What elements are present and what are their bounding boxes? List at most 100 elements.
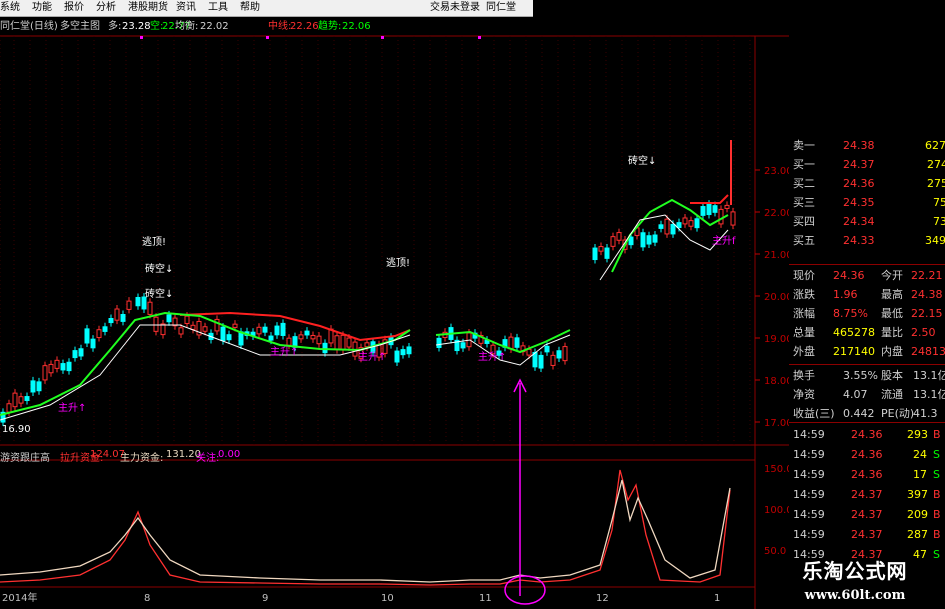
marker [266,36,269,39]
tick-row: 14:59 24.36 24 S [789,445,945,464]
tick-side: B [933,508,941,521]
tick-price: 24.37 [851,528,883,541]
stat-row: 涨幅 8.75% 最低 22.15 [789,304,945,323]
candle-body [688,220,694,227]
lower-indicator-name[interactable]: 游资跟庄高 [0,449,50,464]
candle-body [664,218,670,235]
white-ma-line [0,214,729,421]
stat2-value: 0.442 [843,407,875,420]
ask-price: 24.38 [843,139,875,152]
candle-body [598,246,604,252]
price-tick-21: 21.00 [764,250,789,261]
annotation-koukong-1: 砖空↓ [145,262,173,275]
candle-body [24,396,30,401]
tick-vol: 24 [913,448,927,461]
date-label-1: 1 [714,593,720,604]
candle-body [166,314,172,323]
vertical-grid [0,36,751,445]
candle-body [460,342,466,349]
candle-body [214,318,220,332]
candle-body [724,204,730,209]
bid-price: 24.36 [843,177,875,190]
candle-body [160,323,166,336]
candle-body [406,346,412,355]
stat2-row: 换手 3.55% 股本 13.1亿 [789,366,945,385]
stat-row: 外盘 217140 内盘 248138 [789,342,945,361]
stat2-label: 净资 [793,388,815,401]
stat-row: 总量 465278 量比 2.50 [789,323,945,342]
stat-label: 涨跌 [793,288,815,301]
bid-price: 24.34 [843,215,875,228]
candle-body [562,346,568,362]
candle-body [280,322,286,336]
candle-body [508,336,514,350]
candle-body [202,326,208,332]
candle-body [322,342,328,354]
stat-value: 22.21 [911,269,943,282]
bid-label: 买三 [793,196,815,209]
candle-body [628,236,634,246]
candle-body [147,301,153,315]
candle-body [268,335,274,341]
candle-body [256,326,262,335]
candle-body [90,338,96,349]
price-tick-19: 19.00 [764,334,789,345]
candle-body [556,350,562,359]
stat2-label: 股本 [881,369,903,382]
bid-vol: 73 [933,215,945,228]
annotation-zhusheng-4: 主升↑ [478,351,506,363]
candle-body [274,325,280,336]
candle-body [640,232,646,248]
stat2-label: 收益(三) [793,407,835,420]
bid-row: 买二 24.36 275 [789,174,945,193]
candle-body [550,354,556,366]
tick-side: B [933,428,941,441]
bid-row: 买一 24.37 274 [789,155,945,174]
stat2-label: 流通 [881,388,903,401]
zhuli-line [0,479,731,583]
stat-value: 8.75% [833,307,868,320]
candle-body [72,350,78,359]
date-label-9: 9 [262,593,268,604]
lower-tick-150: 150.0 [764,464,789,475]
bid-row: 买三 24.35 75 [789,193,945,212]
tick-price: 24.36 [851,468,883,481]
fund-flow-lines [0,469,731,586]
stat2-value: 13.1亿 [913,369,945,382]
candle-body [304,330,310,336]
tick-side: B [933,528,941,541]
stat-value: 24.36 [833,269,865,282]
date-label-8: 8 [144,593,150,604]
candle-body [18,396,24,404]
candle-body [78,348,84,357]
stat-label: 涨幅 [793,307,815,320]
candle-body [96,329,102,339]
tick-row: 14:59 24.37 209 B [789,505,945,524]
candle-body [604,247,610,259]
ask-vol: 627 [925,139,945,152]
tick-time: 14:59 [793,508,825,521]
tick-vol: 287 [907,528,928,541]
tick-time: 14:59 [793,488,825,501]
candle-body [700,206,706,216]
annotation-koukong-3: 砖空↓ [628,154,656,167]
chart-annotations: 逃顶! 砖空↓ 砖空↓ 逃顶! 砖空↓ 主升↑ 主升↑ 主升↑ 主升↑ 主升f … [2,154,736,435]
candle-body [12,392,18,408]
candle-body [120,313,126,322]
kline-chart[interactable]: 23.00 22.00 21.00 20.00 19.00 18.00 17.0… [0,0,789,609]
date-label-2014: 2014年 [2,591,37,604]
candle-body [310,334,316,340]
candle-body [658,224,664,229]
tick-price: 24.37 [851,508,883,521]
candle-body [226,334,232,341]
annotation-zhusheng-3: 主升↑ [358,351,386,363]
candle-body [514,337,520,348]
candle-body [718,208,724,225]
candle-body [394,350,400,363]
bid-label: 买四 [793,215,815,228]
stat-value: 248138 [911,345,945,358]
candle-body [135,296,141,307]
candle-body [526,348,532,356]
bid-vol: 349 [925,234,945,247]
annotation-taoding-2: 逃顶! [386,256,410,269]
